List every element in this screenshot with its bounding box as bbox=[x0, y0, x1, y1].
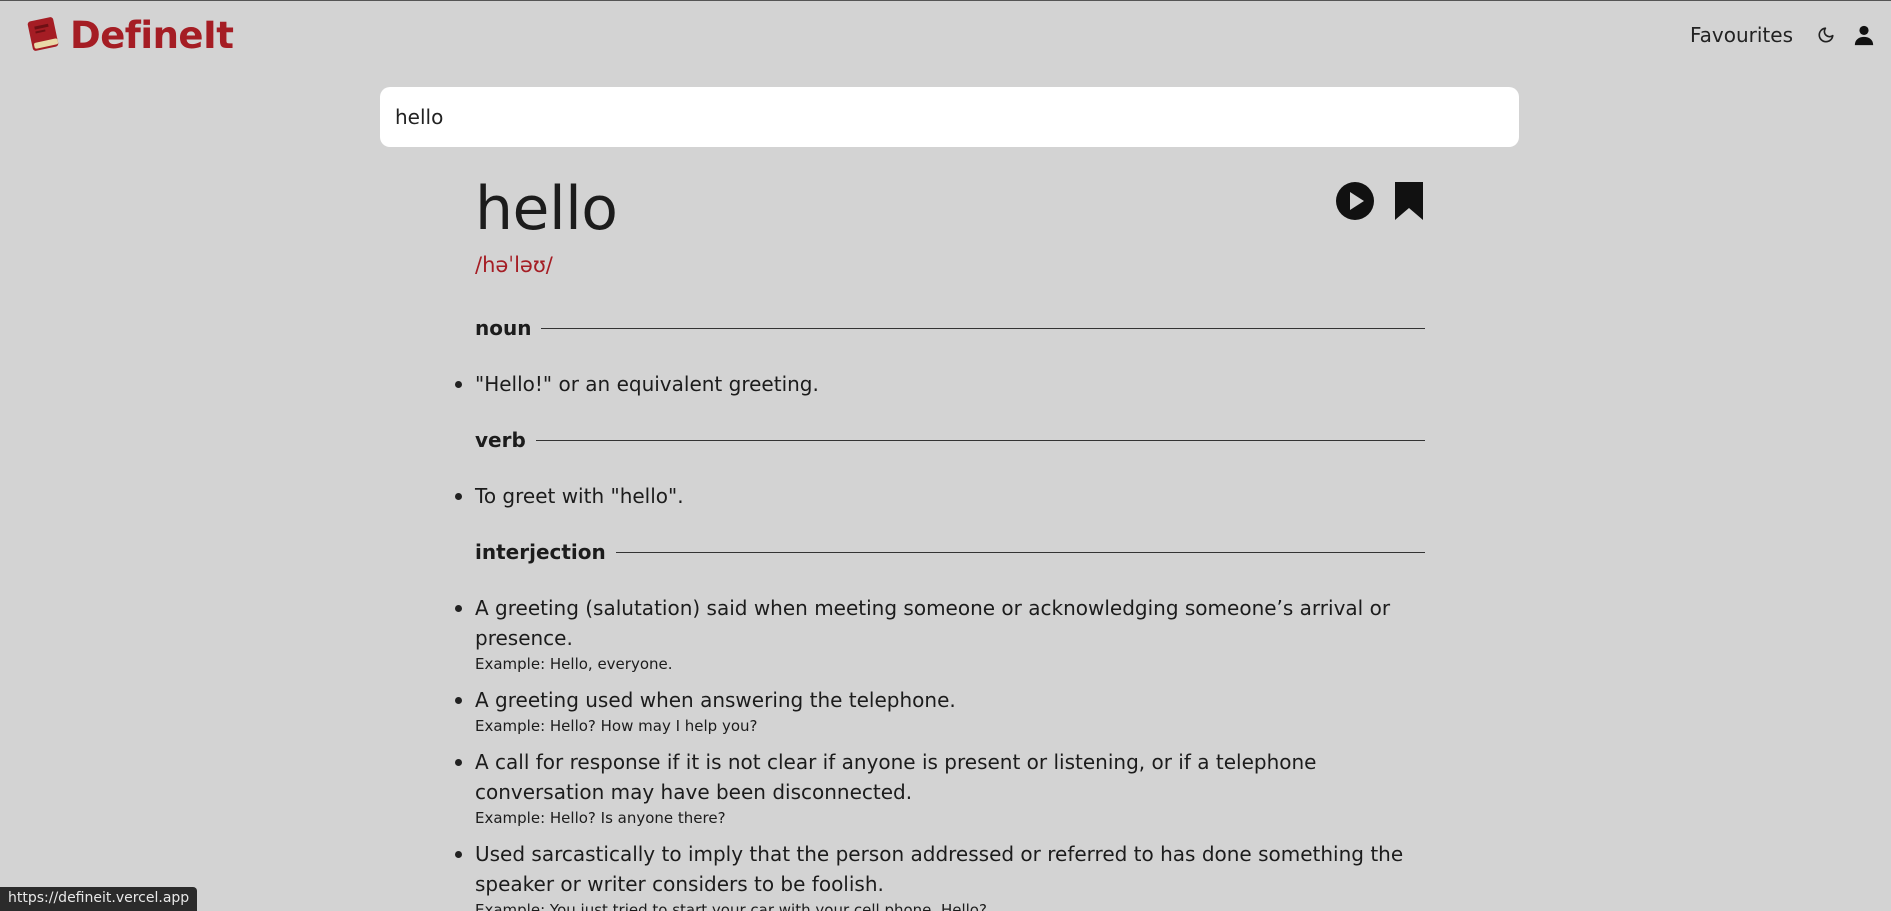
definition-list: "Hello!" or an equivalent greeting. bbox=[455, 369, 1425, 399]
divider bbox=[541, 327, 1425, 329]
word-header: hello bbox=[475, 167, 1425, 251]
word-title: hello bbox=[475, 174, 618, 244]
definition-item: A call for response if it is not clear i… bbox=[455, 747, 1425, 829]
nav: Favourites bbox=[1690, 17, 1891, 53]
definition-example: Example: Hello? How may I help you? bbox=[475, 717, 758, 735]
definition-list: To greet with "hello". bbox=[455, 481, 1425, 511]
moon-icon[interactable] bbox=[1815, 24, 1837, 46]
user-icon[interactable] bbox=[1853, 24, 1875, 46]
definition-text: "Hello!" or an equivalent greeting. bbox=[475, 372, 819, 396]
definition-text: A call for response if it is not clear i… bbox=[475, 750, 1317, 804]
part-of-speech-header: noun bbox=[475, 313, 1425, 343]
search-input[interactable] bbox=[380, 87, 1519, 147]
phonetic: /həˈləʊ/ bbox=[475, 253, 553, 277]
definition-text: Used sarcastically to imply that the per… bbox=[475, 842, 1404, 896]
definition-example: Example: You just tried to start your ca… bbox=[475, 901, 987, 911]
part-of-speech-label: verb bbox=[475, 428, 526, 452]
status-bar-url: https://defineit.vercel.app bbox=[0, 887, 198, 911]
header: DefineIt Favourites bbox=[0, 1, 1891, 69]
divider bbox=[615, 551, 1425, 553]
definition-item: A greeting (salutation) said when meetin… bbox=[455, 593, 1425, 675]
part-of-speech-label: interjection bbox=[475, 540, 606, 564]
definition-text: To greet with "hello". bbox=[475, 484, 684, 508]
book-icon bbox=[27, 17, 59, 51]
word-actions bbox=[1335, 181, 1425, 221]
bookmark-icon[interactable] bbox=[1393, 181, 1425, 221]
part-of-speech-label: noun bbox=[475, 316, 532, 340]
meanings-list: noun "Hello!" or an equivalent greeting. v… bbox=[455, 313, 1425, 911]
part-of-speech-header: interjection bbox=[475, 537, 1425, 567]
definition-text: A greeting (salutation) said when meetin… bbox=[475, 596, 1391, 650]
app-name: DefineIt bbox=[70, 13, 234, 57]
definition-item: Used sarcastically to imply that the per… bbox=[455, 839, 1425, 911]
part-of-speech-header: verb bbox=[475, 425, 1425, 455]
definition-item: A greeting used when answering the telep… bbox=[455, 685, 1425, 737]
definition-list: A greeting (salutation) said when meetin… bbox=[455, 593, 1425, 911]
definition-item: To greet with "hello". bbox=[455, 481, 1425, 511]
definition-example: Example: Hello? Is anyone there? bbox=[475, 809, 726, 827]
definition-example: Example: Hello, everyone. bbox=[475, 655, 673, 673]
favourites-link[interactable]: Favourites bbox=[1690, 23, 1793, 47]
divider bbox=[535, 439, 1425, 441]
play-icon[interactable] bbox=[1335, 181, 1375, 221]
logo[interactable]: DefineIt bbox=[24, 13, 234, 57]
definition-text: A greeting used when answering the telep… bbox=[475, 688, 956, 712]
definition-item: "Hello!" or an equivalent greeting. bbox=[455, 369, 1425, 399]
entry: hello /həˈləʊ/ noun "Hello!" or an equiva… bbox=[455, 167, 1425, 911]
